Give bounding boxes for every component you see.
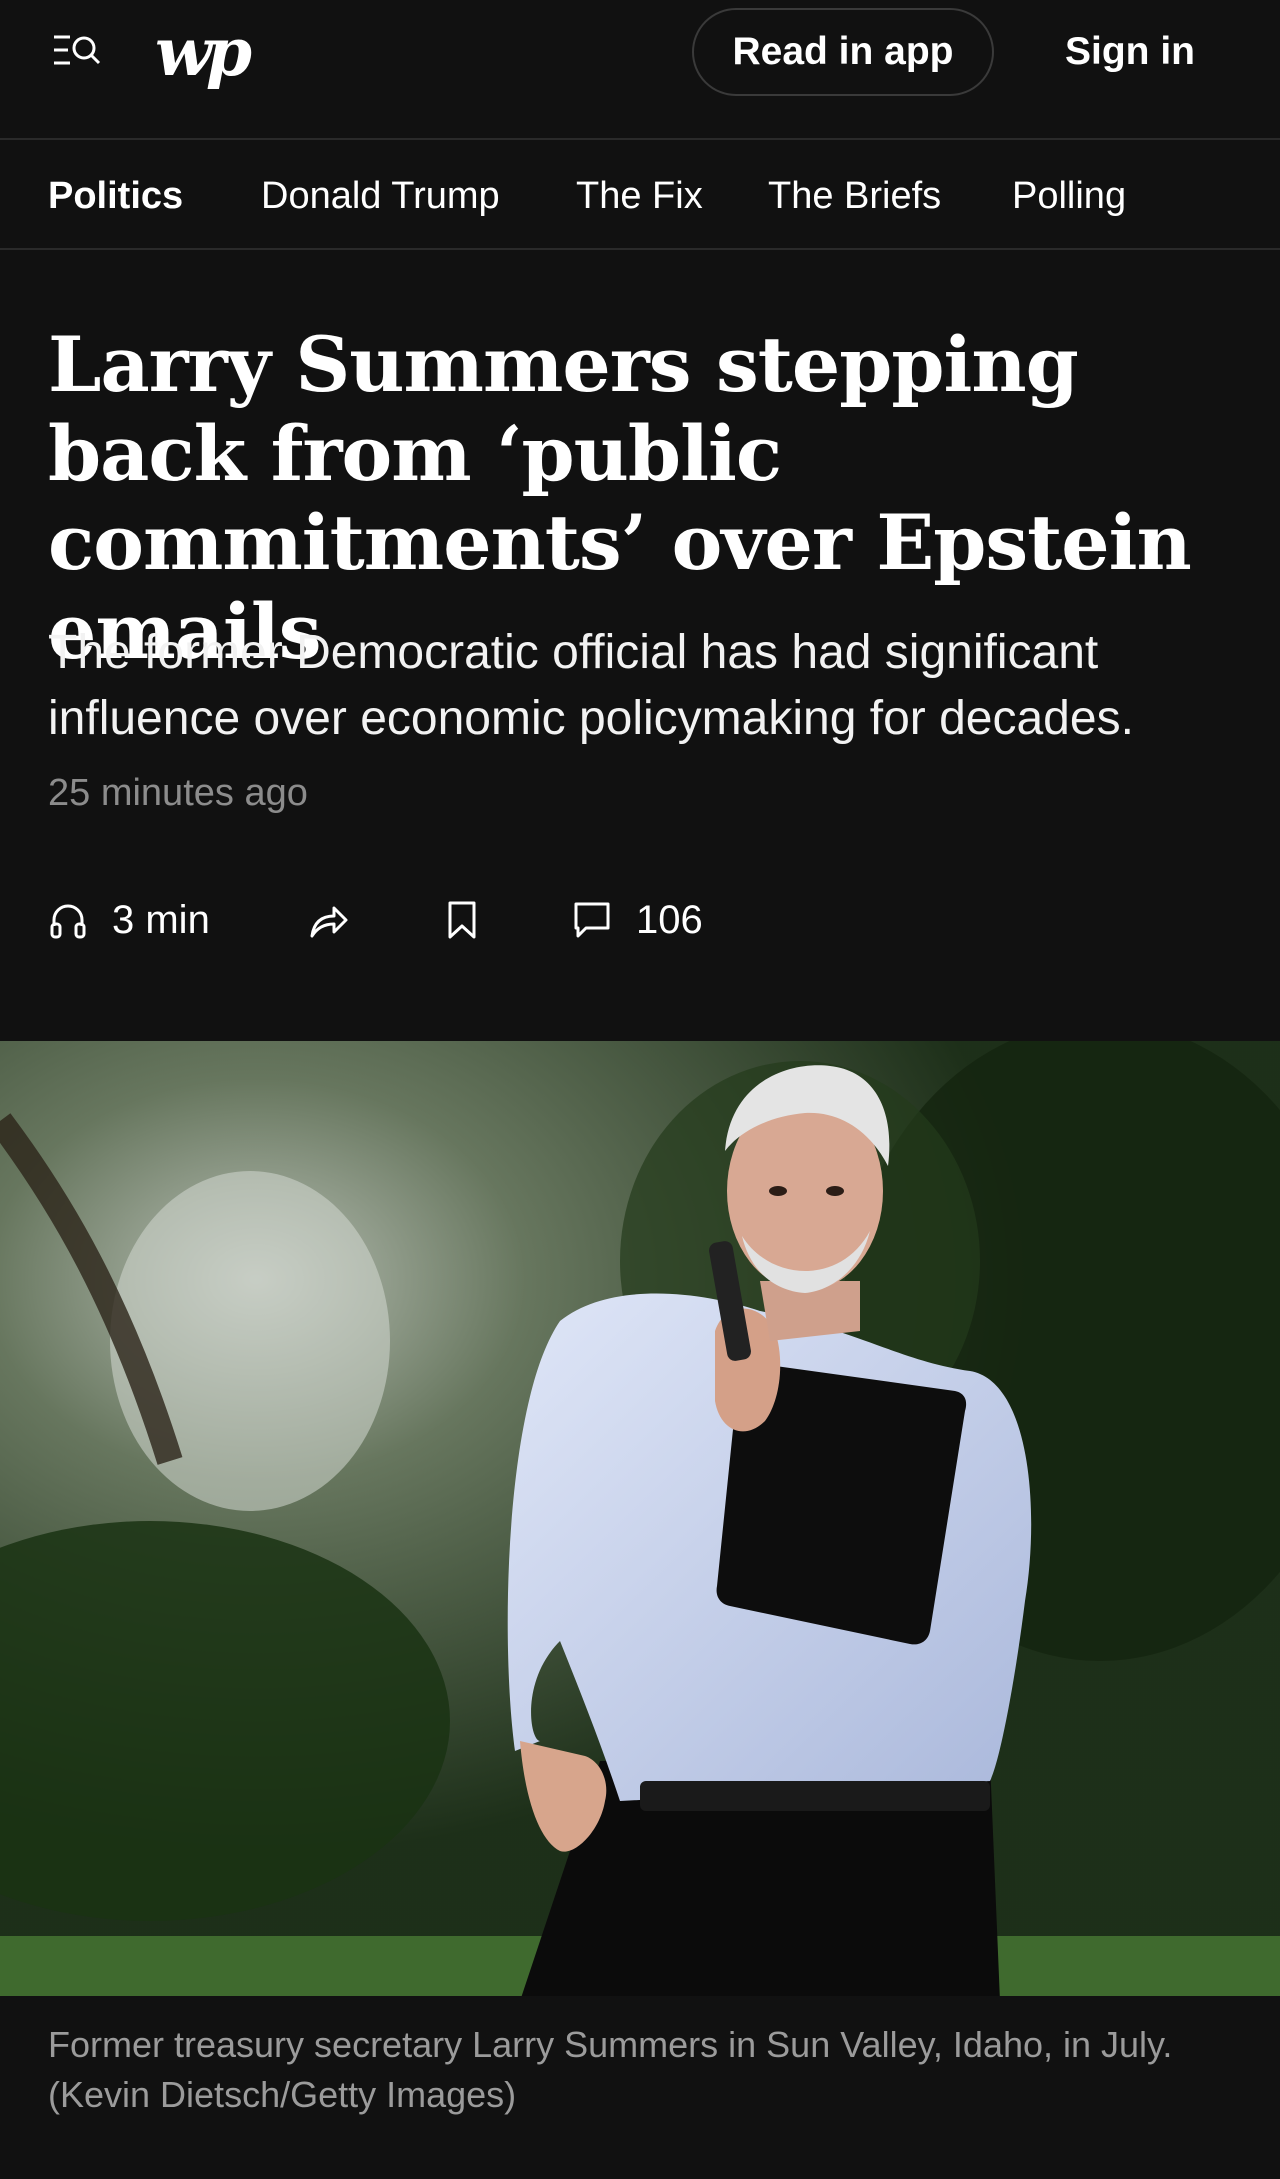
section-nav: Politics Donald Trump The Fix The Briefs… xyxy=(0,142,1280,250)
nav-item-donald-trump[interactable]: Donald Trump xyxy=(261,142,500,248)
nav-item-polling[interactable]: Polling xyxy=(1012,142,1126,248)
article-actions: 3 min 106 xyxy=(48,890,948,950)
listen-button[interactable]: 3 min xyxy=(48,890,210,950)
nav-item-the-fix[interactable]: The Fix xyxy=(576,142,703,248)
share-button[interactable] xyxy=(306,890,350,950)
wp-logo[interactable]: wp xyxy=(155,12,252,92)
comments-button[interactable]: 106 xyxy=(572,890,703,950)
read-in-app-button[interactable]: Read in app xyxy=(692,8,994,96)
nav-item-the-briefs[interactable]: The Briefs xyxy=(768,142,941,248)
share-icon xyxy=(310,906,348,938)
save-button[interactable] xyxy=(444,890,480,950)
hero-photo xyxy=(0,1041,1280,1996)
photo-caption: Former treasury secretary Larry Summers … xyxy=(48,2024,1173,2115)
listen-duration: 3 min xyxy=(112,897,210,942)
article-timestamp: 25 minutes ago xyxy=(48,772,308,814)
sign-in-button[interactable]: Sign in xyxy=(1030,8,1230,96)
headphones-icon xyxy=(50,904,86,939)
comment-icon xyxy=(574,902,610,938)
nav-scroll-fade xyxy=(1170,142,1280,248)
comments-count: 106 xyxy=(636,897,703,942)
top-bar: wp Read in app Sign in xyxy=(0,0,1280,140)
bookmark-icon xyxy=(448,901,476,939)
article-dek: The former Democratic official has had s… xyxy=(48,626,1134,745)
menu-search-icon[interactable] xyxy=(50,30,102,76)
nav-item-politics[interactable]: Politics xyxy=(48,142,183,248)
